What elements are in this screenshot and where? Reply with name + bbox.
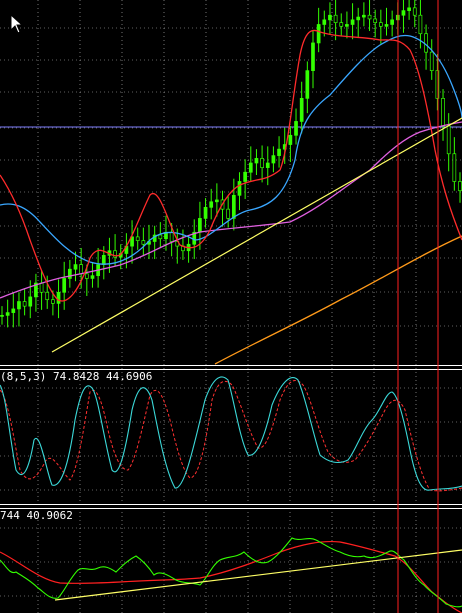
- candle-body: [401, 10, 406, 16]
- candle-body: [226, 208, 231, 219]
- candle-body: [322, 19, 327, 25]
- candle-body: [316, 24, 321, 44]
- candle-body: [203, 206, 208, 219]
- candle-body: [446, 125, 451, 155]
- candle-body: [11, 308, 16, 313]
- candle-body: [429, 51, 434, 71]
- candle-body: [367, 14, 372, 20]
- candle-body: [243, 171, 247, 182]
- candle-body: [0, 315, 4, 317]
- candle-body: [418, 14, 423, 35]
- candle-body: [62, 278, 67, 293]
- candle-body: [311, 42, 315, 71]
- candle-body: [237, 181, 242, 196]
- candle-body: [412, 7, 417, 16]
- candle-body: [45, 291, 50, 301]
- candle-body: [299, 98, 304, 122]
- candle-body: [84, 273, 89, 279]
- candle-body: [390, 19, 394, 25]
- candle-body: [384, 24, 389, 27]
- candle-body: [362, 14, 366, 18]
- candle-body: [265, 162, 270, 168]
- candle-body: [271, 155, 276, 164]
- candle-body: [22, 301, 27, 307]
- candle-body: [373, 18, 378, 23]
- candle-body: [345, 24, 349, 27]
- candle-body: [231, 194, 236, 219]
- candle-body: [169, 231, 174, 242]
- candle-body: [158, 234, 163, 240]
- candle-body: [339, 22, 344, 27]
- candle-body: [39, 282, 44, 293]
- candle-body: [356, 16, 361, 21]
- candle-body: [441, 98, 445, 127]
- candle-body: [328, 14, 332, 21]
- candle-body: [305, 70, 310, 99]
- candle-body: [215, 199, 219, 203]
- candle-body: [79, 264, 84, 275]
- candle-body: [209, 201, 214, 208]
- candle-body: [378, 22, 383, 27]
- candle-body: [288, 134, 293, 145]
- candle-body: [294, 121, 298, 136]
- candle-body: [424, 33, 428, 53]
- candle-body: [5, 312, 10, 316]
- stochastic-value-label: (8,5,3) 74.8428 44.6906: [0, 370, 153, 383]
- candle-body: [452, 153, 457, 182]
- candle-body: [277, 148, 281, 156]
- candle-body: [51, 299, 55, 304]
- candle-body: [248, 162, 253, 173]
- candle-body: [73, 264, 78, 270]
- candle-body: [101, 255, 106, 265]
- candle-body: [198, 218, 202, 233]
- candle-body: [135, 236, 140, 241]
- candle-body: [56, 291, 61, 304]
- candle-body: [407, 7, 411, 11]
- candle-body: [90, 275, 95, 279]
- candle-body: [28, 296, 33, 307]
- candle-body: [350, 19, 355, 25]
- candle-body: [254, 158, 259, 164]
- candle-body: [333, 14, 338, 23]
- candle-body: [17, 301, 21, 310]
- candle-body: [141, 240, 146, 245]
- candle-body: [68, 268, 72, 279]
- candle-body: [458, 181, 462, 192]
- candle-body: [260, 158, 264, 168]
- mouse-pointer-icon: [10, 14, 24, 34]
- oscillator-value-label: 744 40.9062: [0, 509, 73, 522]
